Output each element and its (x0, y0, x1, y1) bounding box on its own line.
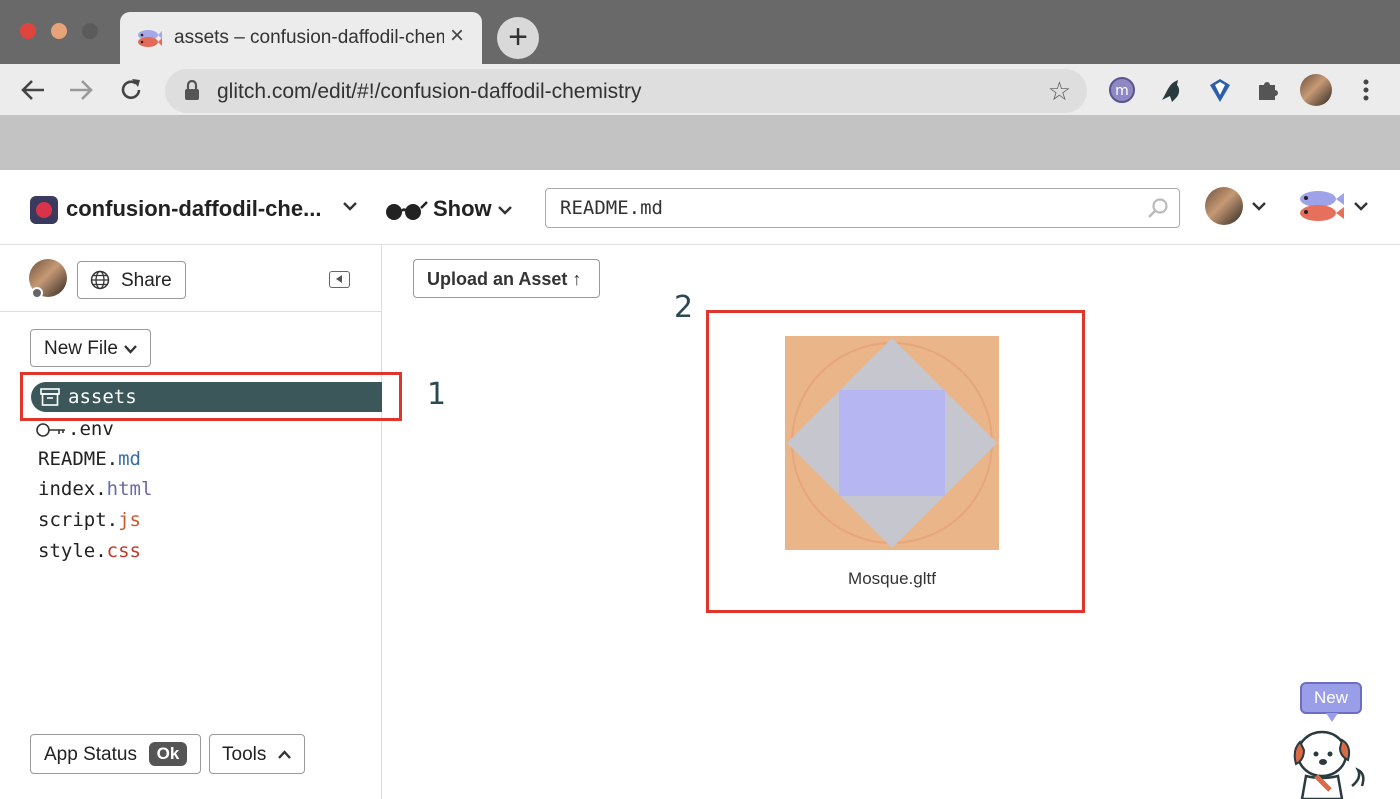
browser-toolbar: glitch.com/edit/#!/confusion-daffodil-ch… (0, 64, 1400, 115)
glitch-logo-fish-icon[interactable] (1296, 187, 1344, 225)
reload-icon[interactable] (118, 77, 144, 103)
bookmark-star-icon[interactable]: ☆ (1048, 76, 1071, 107)
file-item-index-html[interactable]: index.html (38, 478, 152, 500)
annotation-label-1: 1 (427, 377, 447, 412)
glitch-menu-chevron-icon[interactable] (1353, 200, 1369, 212)
browser-tab-bar: assets – confusion-daffodil-chemistry × … (0, 0, 1400, 64)
more-menu-icon[interactable] (1352, 76, 1380, 104)
sidebar-divider (0, 311, 381, 312)
chevron-up-icon (278, 750, 291, 759)
new-feature-badge[interactable]: New (1300, 682, 1362, 722)
tab-close-icon[interactable]: × (450, 24, 464, 48)
lock-icon (185, 79, 199, 100)
tab-title: assets – confusion-daffodil-chemistry (174, 27, 444, 48)
user-avatar[interactable] (1205, 187, 1243, 225)
glitch-fish-icon (138, 30, 162, 47)
project-name[interactable]: confusion-daffodil-che... (66, 196, 321, 222)
new-file-label: New File (44, 338, 118, 359)
back-icon[interactable] (20, 78, 46, 102)
upload-asset-button[interactable]: Upload an Asset ↑ (413, 259, 600, 298)
file-basename: README. (38, 448, 119, 470)
user-menu-chevron-icon[interactable] (1251, 200, 1267, 212)
project-avatar-icon (30, 196, 58, 224)
editor-header: confusion-daffodil-che... Show (0, 170, 1400, 245)
file-search-input[interactable] (560, 197, 1120, 219)
status-badge: Ok (149, 742, 187, 766)
extensions-puzzle-icon[interactable] (1254, 76, 1282, 104)
extension-diamond-icon[interactable] (1206, 76, 1234, 104)
file-extension: js (118, 509, 141, 531)
presence-dot (31, 287, 43, 299)
browser-tab-active[interactable]: assets – confusion-daffodil-chemistry × (120, 12, 482, 64)
show-label: Show (433, 196, 492, 221)
address-bar[interactable]: glitch.com/edit/#!/confusion-daffodil-ch… (165, 69, 1087, 113)
window-zoom-button[interactable] (82, 23, 98, 39)
sunglasses-icon (386, 201, 428, 220)
sidebar: Share New File assets .env README.md ind… (0, 245, 382, 799)
key-icon (36, 423, 65, 437)
file-basename: script. (38, 509, 119, 531)
svg-text:m: m (1115, 83, 1129, 99)
collapse-sidebar-icon[interactable] (329, 271, 350, 288)
upload-asset-label: Upload an Asset ↑ (427, 269, 582, 289)
page-top-strip (0, 115, 1400, 170)
forward-icon[interactable] (68, 78, 94, 102)
file-item-readme[interactable]: README.md (38, 448, 141, 470)
app-status-label: App Status (44, 744, 137, 765)
file-item-style-css[interactable]: style.css (38, 540, 141, 562)
file-basename: index. (38, 478, 107, 500)
extension-bird-icon[interactable] (1158, 76, 1186, 104)
url-text: glitch.com/edit/#!/confusion-daffodil-ch… (217, 80, 642, 103)
profile-avatar[interactable] (1300, 74, 1332, 106)
app-status-button[interactable]: App Status Ok (30, 734, 201, 774)
share-button[interactable]: Share (77, 261, 186, 299)
file-item-env[interactable]: .env (68, 418, 114, 440)
search-icon (1148, 198, 1168, 218)
globe-icon (90, 270, 110, 290)
file-item-script-js[interactable]: script.js (38, 509, 141, 531)
file-basename: style. (38, 540, 107, 562)
file-extension: md (118, 448, 141, 470)
share-label: Share (121, 270, 172, 291)
chevron-down-icon (124, 345, 137, 354)
glitch-dog-mascot-icon[interactable] (1286, 720, 1376, 799)
extension-m-icon[interactable]: m (1108, 76, 1136, 104)
asset-thumbnail[interactable] (785, 336, 999, 550)
annotation-label-2: 2 (674, 290, 694, 325)
tools-button[interactable]: Tools (209, 734, 305, 774)
tools-label: Tools (222, 744, 267, 765)
file-search-box[interactable] (545, 188, 1180, 228)
window-minimize-button[interactable] (51, 23, 67, 39)
new-tab-button[interactable]: + (497, 17, 539, 59)
show-chevron-icon (498, 206, 512, 215)
file-extension: css (106, 540, 141, 562)
file-extension: html (106, 478, 153, 500)
annotation-box-1 (20, 372, 402, 421)
new-file-button[interactable]: New File (30, 329, 151, 367)
window-close-button[interactable] (20, 23, 36, 39)
project-menu-chevron-icon[interactable] (342, 200, 358, 212)
asset-file-name: Mosque.gltf (848, 569, 936, 588)
